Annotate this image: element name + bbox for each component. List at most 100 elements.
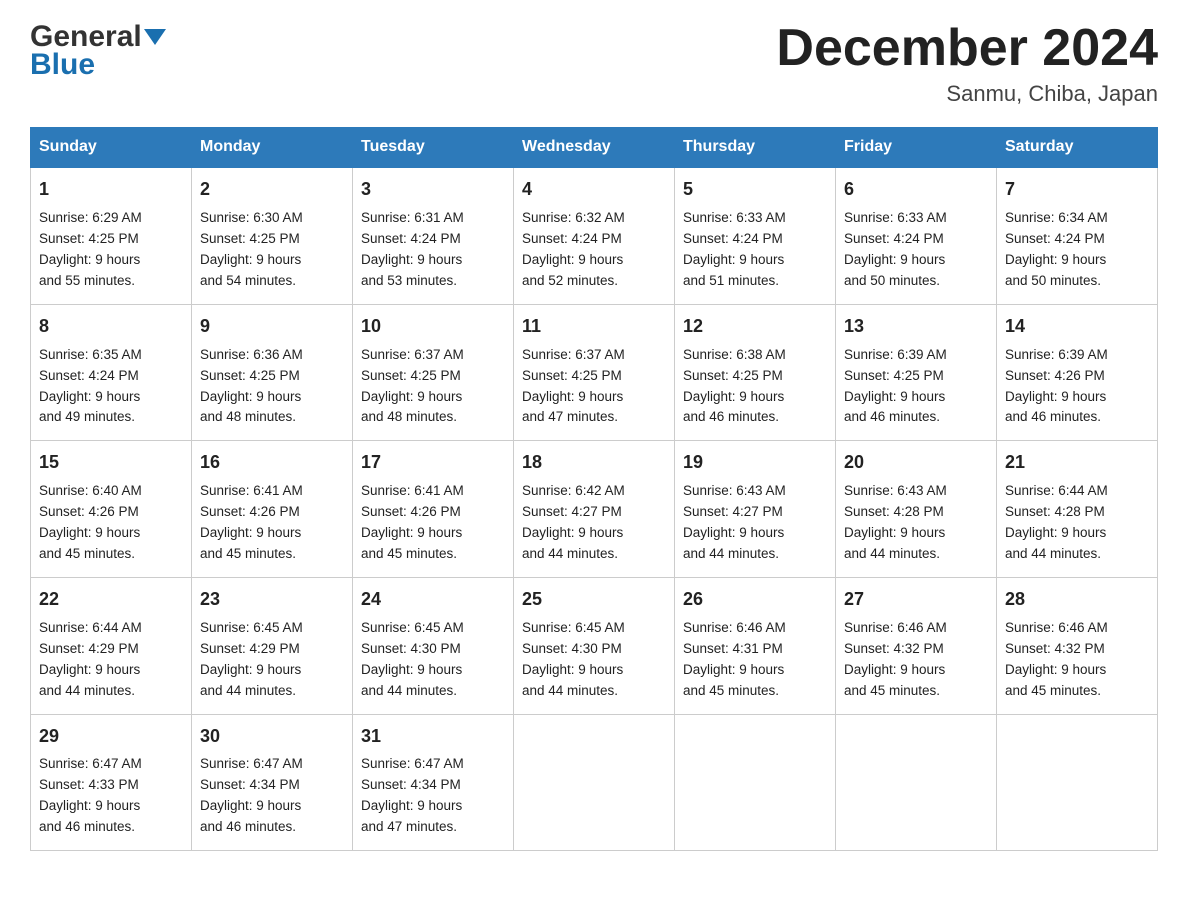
sunset-text: Sunset: 4:26 PM [361, 502, 505, 523]
sunrise-text: Sunrise: 6:44 AM [1005, 481, 1149, 502]
daylight-text2: and 46 minutes. [844, 407, 988, 428]
calendar-cell: 19Sunrise: 6:43 AMSunset: 4:27 PMDayligh… [675, 441, 836, 578]
daylight-text2: and 45 minutes. [683, 681, 827, 702]
daylight-text: Daylight: 9 hours [522, 660, 666, 681]
sunset-text: Sunset: 4:26 PM [39, 502, 183, 523]
daylight-text: Daylight: 9 hours [683, 660, 827, 681]
daylight-text: Daylight: 9 hours [844, 387, 988, 408]
daylight-text2: and 54 minutes. [200, 271, 344, 292]
daylight-text2: and 44 minutes. [1005, 544, 1149, 565]
calendar-cell: 7Sunrise: 6:34 AMSunset: 4:24 PMDaylight… [997, 167, 1158, 304]
sunset-text: Sunset: 4:25 PM [39, 229, 183, 250]
logo-triangle-icon [144, 25, 166, 47]
daylight-text2: and 52 minutes. [522, 271, 666, 292]
header-row: SundayMondayTuesdayWednesdayThursdayFrid… [31, 128, 1158, 168]
day-number: 15 [39, 449, 183, 477]
sunset-text: Sunset: 4:28 PM [1005, 502, 1149, 523]
daylight-text: Daylight: 9 hours [844, 523, 988, 544]
calendar-cell: 9Sunrise: 6:36 AMSunset: 4:25 PMDaylight… [192, 304, 353, 441]
daylight-text2: and 47 minutes. [361, 817, 505, 838]
sunrise-text: Sunrise: 6:45 AM [522, 618, 666, 639]
week-row-3: 15Sunrise: 6:40 AMSunset: 4:26 PMDayligh… [31, 441, 1158, 578]
day-number: 30 [200, 723, 344, 751]
day-number: 7 [1005, 176, 1149, 204]
week-row-4: 22Sunrise: 6:44 AMSunset: 4:29 PMDayligh… [31, 577, 1158, 714]
sunrise-text: Sunrise: 6:46 AM [1005, 618, 1149, 639]
day-number: 19 [683, 449, 827, 477]
daylight-text: Daylight: 9 hours [683, 387, 827, 408]
day-number: 25 [522, 586, 666, 614]
calendar-cell: 22Sunrise: 6:44 AMSunset: 4:29 PMDayligh… [31, 577, 192, 714]
sunrise-text: Sunrise: 6:43 AM [844, 481, 988, 502]
sunset-text: Sunset: 4:31 PM [683, 639, 827, 660]
day-number: 28 [1005, 586, 1149, 614]
day-number: 3 [361, 176, 505, 204]
week-row-5: 29Sunrise: 6:47 AMSunset: 4:33 PMDayligh… [31, 714, 1158, 851]
calendar-cell: 4Sunrise: 6:32 AMSunset: 4:24 PMDaylight… [514, 167, 675, 304]
daylight-text: Daylight: 9 hours [200, 660, 344, 681]
calendar-cell: 12Sunrise: 6:38 AMSunset: 4:25 PMDayligh… [675, 304, 836, 441]
sunrise-text: Sunrise: 6:45 AM [200, 618, 344, 639]
calendar-table: SundayMondayTuesdayWednesdayThursdayFrid… [30, 127, 1158, 851]
day-number: 17 [361, 449, 505, 477]
sunset-text: Sunset: 4:30 PM [522, 639, 666, 660]
daylight-text: Daylight: 9 hours [522, 250, 666, 271]
calendar-cell: 20Sunrise: 6:43 AMSunset: 4:28 PMDayligh… [836, 441, 997, 578]
sunrise-text: Sunrise: 6:41 AM [361, 481, 505, 502]
daylight-text: Daylight: 9 hours [683, 250, 827, 271]
day-number: 1 [39, 176, 183, 204]
column-header-saturday: Saturday [997, 128, 1158, 168]
sunset-text: Sunset: 4:24 PM [522, 229, 666, 250]
sunset-text: Sunset: 4:25 PM [844, 366, 988, 387]
daylight-text2: and 48 minutes. [200, 407, 344, 428]
calendar-cell: 15Sunrise: 6:40 AMSunset: 4:26 PMDayligh… [31, 441, 192, 578]
sunset-text: Sunset: 4:32 PM [1005, 639, 1149, 660]
calendar-cell: 28Sunrise: 6:46 AMSunset: 4:32 PMDayligh… [997, 577, 1158, 714]
day-number: 24 [361, 586, 505, 614]
sunset-text: Sunset: 4:25 PM [200, 366, 344, 387]
day-number: 23 [200, 586, 344, 614]
sunrise-text: Sunrise: 6:47 AM [200, 754, 344, 775]
calendar-cell: 14Sunrise: 6:39 AMSunset: 4:26 PMDayligh… [997, 304, 1158, 441]
daylight-text2: and 45 minutes. [1005, 681, 1149, 702]
sunrise-text: Sunrise: 6:35 AM [39, 345, 183, 366]
calendar-cell: 10Sunrise: 6:37 AMSunset: 4:25 PMDayligh… [353, 304, 514, 441]
daylight-text2: and 44 minutes. [844, 544, 988, 565]
sunset-text: Sunset: 4:32 PM [844, 639, 988, 660]
sunrise-text: Sunrise: 6:34 AM [1005, 208, 1149, 229]
daylight-text2: and 45 minutes. [361, 544, 505, 565]
sunrise-text: Sunrise: 6:41 AM [200, 481, 344, 502]
sunrise-text: Sunrise: 6:30 AM [200, 208, 344, 229]
calendar-cell: 2Sunrise: 6:30 AMSunset: 4:25 PMDaylight… [192, 167, 353, 304]
sunset-text: Sunset: 4:24 PM [683, 229, 827, 250]
column-header-sunday: Sunday [31, 128, 192, 168]
sunset-text: Sunset: 4:25 PM [683, 366, 827, 387]
daylight-text2: and 49 minutes. [39, 407, 183, 428]
calendar-cell: 27Sunrise: 6:46 AMSunset: 4:32 PMDayligh… [836, 577, 997, 714]
daylight-text: Daylight: 9 hours [200, 796, 344, 817]
sunset-text: Sunset: 4:34 PM [200, 775, 344, 796]
column-header-tuesday: Tuesday [353, 128, 514, 168]
sunset-text: Sunset: 4:27 PM [683, 502, 827, 523]
daylight-text: Daylight: 9 hours [522, 387, 666, 408]
calendar-cell: 18Sunrise: 6:42 AMSunset: 4:27 PMDayligh… [514, 441, 675, 578]
title-area: December 2024 Sanmu, Chiba, Japan [776, 20, 1158, 107]
sunset-text: Sunset: 4:24 PM [361, 229, 505, 250]
sunrise-text: Sunrise: 6:37 AM [361, 345, 505, 366]
daylight-text: Daylight: 9 hours [39, 660, 183, 681]
sunrise-text: Sunrise: 6:36 AM [200, 345, 344, 366]
calendar-cell: 8Sunrise: 6:35 AMSunset: 4:24 PMDaylight… [31, 304, 192, 441]
calendar-cell: 26Sunrise: 6:46 AMSunset: 4:31 PMDayligh… [675, 577, 836, 714]
sunset-text: Sunset: 4:26 PM [1005, 366, 1149, 387]
day-number: 4 [522, 176, 666, 204]
calendar-body: 1Sunrise: 6:29 AMSunset: 4:25 PMDaylight… [31, 167, 1158, 850]
sunset-text: Sunset: 4:24 PM [39, 366, 183, 387]
daylight-text: Daylight: 9 hours [361, 796, 505, 817]
logo-blue-text: Blue [30, 50, 95, 80]
calendar-subtitle: Sanmu, Chiba, Japan [776, 81, 1158, 107]
day-number: 10 [361, 313, 505, 341]
daylight-text2: and 44 minutes. [522, 681, 666, 702]
week-row-2: 8Sunrise: 6:35 AMSunset: 4:24 PMDaylight… [31, 304, 1158, 441]
daylight-text2: and 46 minutes. [39, 817, 183, 838]
sunrise-text: Sunrise: 6:43 AM [683, 481, 827, 502]
